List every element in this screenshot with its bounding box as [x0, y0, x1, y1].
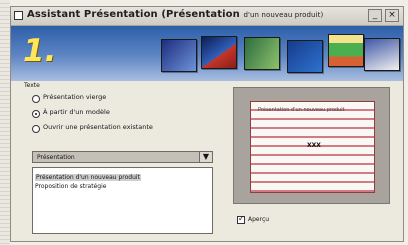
template-list[interactable]: Présentation d'un nouveau produit Propos…: [32, 167, 213, 234]
from-template-label[interactable]: À partir d'un modèle: [43, 108, 110, 116]
design-thumbnail-light: [364, 38, 400, 71]
title-checkbox-icon: [14, 11, 23, 20]
design-thumbnail-green: [244, 37, 280, 70]
presentation-wizard-window: Assistant Présentation (Présentation d'u…: [10, 6, 404, 242]
from-template-radio[interactable]: [32, 110, 40, 118]
chevron-down-icon[interactable]: ▼: [199, 152, 212, 162]
minimize-button[interactable]: _: [368, 9, 382, 22]
preview-slide-subtitle: XXX: [307, 142, 321, 149]
preview-slide: Présentation d'un nouveau produit XXX: [250, 101, 375, 193]
wizard-banner: 1.: [11, 26, 403, 81]
preview-checkbox-label[interactable]: Aperçu: [248, 216, 269, 223]
dropdown-value: Présentation: [37, 154, 75, 161]
template-category-dropdown[interactable]: Présentation ▼: [32, 151, 213, 163]
window-title: Assistant Présentation (Présentation d'u…: [27, 9, 323, 20]
list-item-strategy[interactable]: Proposition de stratégie: [35, 183, 106, 190]
blank-presentation-radio[interactable]: [32, 95, 40, 103]
window-title-main: Assistant Présentation (Présentation: [27, 9, 240, 20]
window-title-tail: d'un nouveau produit): [243, 11, 324, 19]
open-existing-radio[interactable]: [32, 125, 40, 133]
design-thumbnail-blue: [161, 39, 197, 72]
template-preview: Présentation d'un nouveau produit XXX: [233, 87, 390, 204]
content-group-label: Texte: [24, 82, 40, 89]
list-item-new-product[interactable]: Présentation d'un nouveau produit: [35, 174, 141, 181]
page-margin: [0, 0, 10, 245]
blank-presentation-label[interactable]: Présentation vierge: [43, 93, 106, 101]
step-number: 1.: [23, 33, 57, 69]
close-button[interactable]: ×: [385, 9, 399, 22]
design-thumbnail-colorful: [328, 34, 364, 67]
open-existing-label[interactable]: Ouvrir une présentation existante: [43, 123, 153, 131]
preview-slide-title: Présentation d'un nouveau produit: [258, 107, 345, 113]
design-thumbnail-red: [201, 36, 237, 69]
title-bar: Assistant Présentation (Présentation d'u…: [11, 7, 403, 26]
preview-checkbox[interactable]: [237, 214, 245, 224]
design-thumbnail-navy: [287, 40, 323, 73]
